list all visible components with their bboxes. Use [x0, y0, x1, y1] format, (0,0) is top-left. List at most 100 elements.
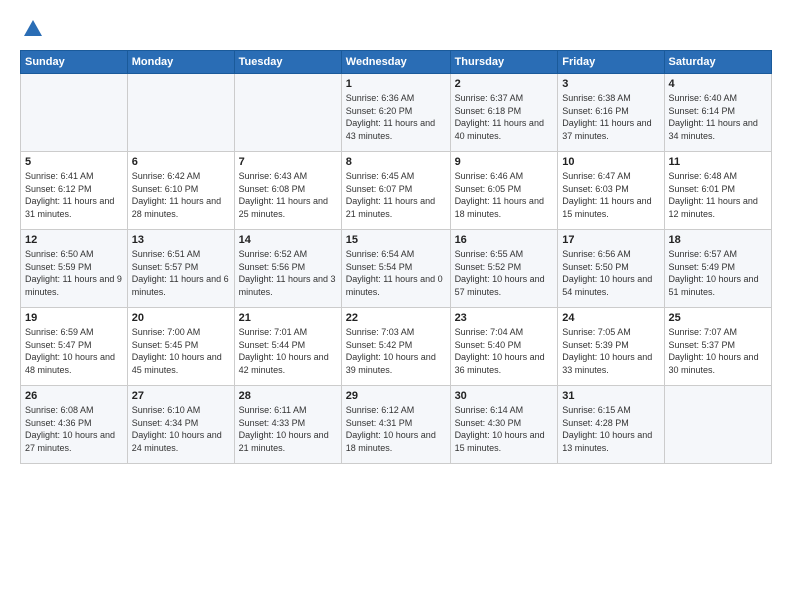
week-row-3: 12 Sunrise: 6:50 AM Sunset: 5:59 PM Dayli…: [21, 230, 772, 308]
page: SundayMondayTuesdayWednesdayThursdayFrid…: [0, 0, 792, 612]
day-number: 1: [346, 78, 446, 90]
day-info: Sunrise: 6:45 AM Sunset: 6:07 PM Dayligh…: [346, 170, 446, 220]
day-number: 23: [455, 312, 554, 324]
day-cell: 15 Sunrise: 6:54 AM Sunset: 5:54 PM Dayli…: [341, 230, 450, 308]
day-number: 10: [562, 156, 659, 168]
day-number: 5: [25, 156, 123, 168]
day-cell: 28 Sunrise: 6:11 AM Sunset: 4:33 PM Dayli…: [234, 386, 341, 464]
day-cell: 24Sunrise: 7:05 AM Sunset: 5:39 PM Dayli…: [558, 308, 664, 386]
day-info: Sunrise: 6:47 AM Sunset: 6:03 PM Dayligh…: [562, 170, 659, 220]
day-info: Sunrise: 6:11 AM Sunset: 4:33 PM Dayligh…: [239, 404, 337, 454]
day-cell: 7 Sunrise: 6:43 AM Sunset: 6:08 PM Daylig…: [234, 152, 341, 230]
day-info: Sunrise: 6:14 AM Sunset: 4:30 PM Dayligh…: [455, 404, 554, 454]
day-number: 6: [132, 156, 230, 168]
day-info: Sunrise: 6:15 AM Sunset: 4:28 PM Dayligh…: [562, 404, 659, 454]
day-cell: 14Sunrise: 6:52 AM Sunset: 5:56 PM Dayli…: [234, 230, 341, 308]
day-number: 20: [132, 312, 230, 324]
day-cell: 29 Sunrise: 6:12 AM Sunset: 4:31 PM Dayli…: [341, 386, 450, 464]
week-row-1: 1 Sunrise: 6:36 AM Sunset: 6:20 PM Daylig…: [21, 74, 772, 152]
day-info: Sunrise: 6:43 AM Sunset: 6:08 PM Dayligh…: [239, 170, 337, 220]
day-info: Sunrise: 6:54 AM Sunset: 5:54 PM Dayligh…: [346, 248, 446, 298]
day-info: Sunrise: 7:07 AM Sunset: 5:37 PM Dayligh…: [669, 326, 767, 376]
day-number: 28: [239, 390, 337, 402]
day-header-friday: Friday: [558, 51, 664, 74]
week-row-4: 19 Sunrise: 6:59 AM Sunset: 5:47 PM Dayli…: [21, 308, 772, 386]
day-info: Sunrise: 6:10 AM Sunset: 4:34 PM Dayligh…: [132, 404, 230, 454]
day-cell: [127, 74, 234, 152]
day-cell: [234, 74, 341, 152]
week-row-5: 26 Sunrise: 6:08 AM Sunset: 4:36 PM Dayli…: [21, 386, 772, 464]
day-cell: 21Sunrise: 7:01 AM Sunset: 5:44 PM Dayli…: [234, 308, 341, 386]
day-cell: 27 Sunrise: 6:10 AM Sunset: 4:34 PM Dayli…: [127, 386, 234, 464]
day-cell: 23Sunrise: 7:04 AM Sunset: 5:40 PM Dayli…: [450, 308, 558, 386]
day-number: 3: [562, 78, 659, 90]
day-info: Sunrise: 6:38 AM Sunset: 6:16 PM Dayligh…: [562, 92, 659, 142]
calendar: SundayMondayTuesdayWednesdayThursdayFrid…: [20, 50, 772, 464]
day-cell: 5 Sunrise: 6:41 AM Sunset: 6:12 PM Daylig…: [21, 152, 128, 230]
day-cell: 3 Sunrise: 6:38 AM Sunset: 6:16 PM Daylig…: [558, 74, 664, 152]
day-cell: 10 Sunrise: 6:47 AM Sunset: 6:03 PM Dayli…: [558, 152, 664, 230]
day-number: 19: [25, 312, 123, 324]
calendar-header-row: SundayMondayTuesdayWednesdayThursdayFrid…: [21, 51, 772, 74]
day-number: 31: [562, 390, 659, 402]
day-number: 18: [669, 234, 767, 246]
day-cell: 25 Sunrise: 7:07 AM Sunset: 5:37 PM Dayli…: [664, 308, 771, 386]
day-number: 24: [562, 312, 659, 324]
day-info: Sunrise: 6:52 AM Sunset: 5:56 PM Dayligh…: [239, 248, 337, 298]
day-cell: 18 Sunrise: 6:57 AM Sunset: 5:49 PM Dayli…: [664, 230, 771, 308]
day-cell: 16Sunrise: 6:55 AM Sunset: 5:52 PM Dayli…: [450, 230, 558, 308]
day-number: 21: [239, 312, 337, 324]
day-info: Sunrise: 6:41 AM Sunset: 6:12 PM Dayligh…: [25, 170, 123, 220]
day-number: 15: [346, 234, 446, 246]
header: [20, 18, 772, 40]
day-cell: 1 Sunrise: 6:36 AM Sunset: 6:20 PM Daylig…: [341, 74, 450, 152]
day-cell: 31 Sunrise: 6:15 AM Sunset: 4:28 PM Dayli…: [558, 386, 664, 464]
day-number: 4: [669, 78, 767, 90]
day-number: 29: [346, 390, 446, 402]
day-info: Sunrise: 6:57 AM Sunset: 5:49 PM Dayligh…: [669, 248, 767, 298]
day-info: Sunrise: 6:46 AM Sunset: 6:05 PM Dayligh…: [455, 170, 554, 220]
day-info: Sunrise: 7:00 AM Sunset: 5:45 PM Dayligh…: [132, 326, 230, 376]
day-cell: [664, 386, 771, 464]
day-info: Sunrise: 6:48 AM Sunset: 6:01 PM Dayligh…: [669, 170, 767, 220]
day-cell: 8 Sunrise: 6:45 AM Sunset: 6:07 PM Daylig…: [341, 152, 450, 230]
logo: [20, 18, 44, 40]
day-info: Sunrise: 6:36 AM Sunset: 6:20 PM Dayligh…: [346, 92, 446, 142]
day-number: 8: [346, 156, 446, 168]
day-cell: 9 Sunrise: 6:46 AM Sunset: 6:05 PM Daylig…: [450, 152, 558, 230]
day-cell: [21, 74, 128, 152]
day-info: Sunrise: 6:56 AM Sunset: 5:50 PM Dayligh…: [562, 248, 659, 298]
day-number: 22: [346, 312, 446, 324]
day-cell: 11 Sunrise: 6:48 AM Sunset: 6:01 PM Dayli…: [664, 152, 771, 230]
day-info: Sunrise: 6:55 AM Sunset: 5:52 PM Dayligh…: [455, 248, 554, 298]
day-number: 12: [25, 234, 123, 246]
day-info: Sunrise: 6:42 AM Sunset: 6:10 PM Dayligh…: [132, 170, 230, 220]
day-info: Sunrise: 6:50 AM Sunset: 5:59 PM Dayligh…: [25, 248, 123, 298]
day-info: Sunrise: 7:03 AM Sunset: 5:42 PM Dayligh…: [346, 326, 446, 376]
day-cell: 22 Sunrise: 7:03 AM Sunset: 5:42 PM Dayli…: [341, 308, 450, 386]
day-cell: 19 Sunrise: 6:59 AM Sunset: 5:47 PM Dayli…: [21, 308, 128, 386]
day-number: 9: [455, 156, 554, 168]
day-cell: 2 Sunrise: 6:37 AM Sunset: 6:18 PM Daylig…: [450, 74, 558, 152]
day-number: 25: [669, 312, 767, 324]
day-header-monday: Monday: [127, 51, 234, 74]
day-cell: 13Sunrise: 6:51 AM Sunset: 5:57 PM Dayli…: [127, 230, 234, 308]
day-info: Sunrise: 6:12 AM Sunset: 4:31 PM Dayligh…: [346, 404, 446, 454]
day-cell: 12 Sunrise: 6:50 AM Sunset: 5:59 PM Dayli…: [21, 230, 128, 308]
day-cell: 4Sunrise: 6:40 AM Sunset: 6:14 PM Daylig…: [664, 74, 771, 152]
day-number: 26: [25, 390, 123, 402]
logo-icon: [22, 18, 44, 40]
day-number: 13: [132, 234, 230, 246]
day-cell: 6 Sunrise: 6:42 AM Sunset: 6:10 PM Daylig…: [127, 152, 234, 230]
day-number: 11: [669, 156, 767, 168]
day-info: Sunrise: 6:59 AM Sunset: 5:47 PM Dayligh…: [25, 326, 123, 376]
day-number: 27: [132, 390, 230, 402]
day-number: 17: [562, 234, 659, 246]
day-header-tuesday: Tuesday: [234, 51, 341, 74]
day-cell: 30Sunrise: 6:14 AM Sunset: 4:30 PM Dayli…: [450, 386, 558, 464]
day-info: Sunrise: 6:37 AM Sunset: 6:18 PM Dayligh…: [455, 92, 554, 142]
day-number: 7: [239, 156, 337, 168]
day-info: Sunrise: 6:08 AM Sunset: 4:36 PM Dayligh…: [25, 404, 123, 454]
day-number: 2: [455, 78, 554, 90]
day-header-saturday: Saturday: [664, 51, 771, 74]
